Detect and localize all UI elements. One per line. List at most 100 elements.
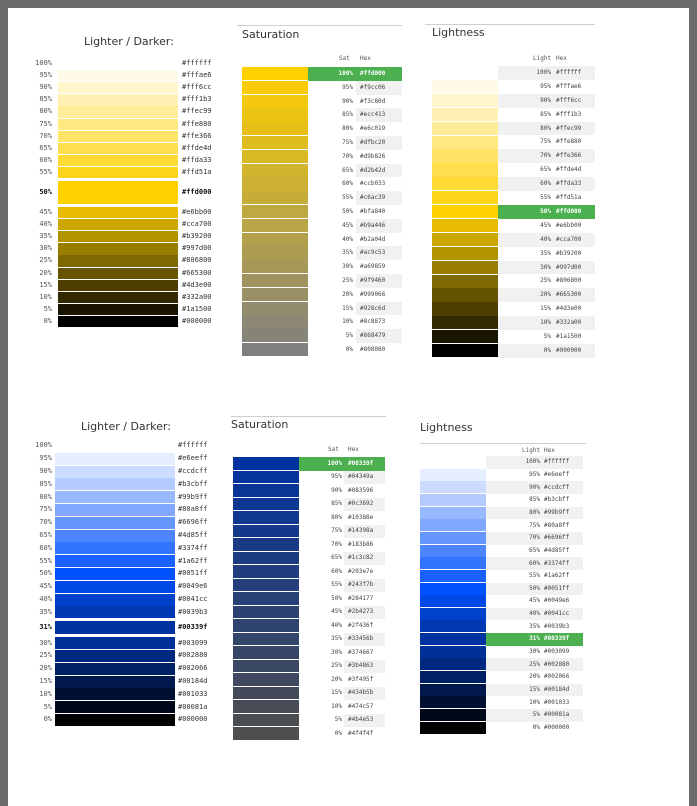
color-swatch[interactable] bbox=[58, 231, 178, 243]
saturation-swatch[interactable] bbox=[233, 538, 299, 551]
saturation-swatch[interactable] bbox=[233, 713, 299, 727]
lightness-swatch[interactable] bbox=[432, 66, 498, 80]
lightness-swatch[interactable] bbox=[420, 607, 486, 620]
color-swatch[interactable] bbox=[55, 675, 175, 688]
lightness-swatch[interactable] bbox=[420, 645, 486, 658]
saturation-swatch[interactable] bbox=[233, 686, 299, 700]
saturation-swatch[interactable] bbox=[233, 700, 299, 713]
lightness-swatch[interactable] bbox=[420, 620, 486, 633]
lightness-swatch[interactable] bbox=[420, 493, 486, 506]
color-swatch[interactable] bbox=[55, 688, 175, 701]
saturation-swatch[interactable] bbox=[233, 484, 299, 497]
lightness-swatch[interactable] bbox=[432, 149, 498, 163]
color-swatch[interactable] bbox=[58, 58, 178, 70]
color-swatch[interactable] bbox=[58, 166, 178, 179]
saturation-swatch[interactable] bbox=[233, 592, 299, 605]
color-swatch[interactable] bbox=[55, 662, 175, 675]
lightness-swatch[interactable] bbox=[420, 709, 486, 722]
color-swatch[interactable] bbox=[55, 580, 175, 593]
saturation-swatch[interactable] bbox=[242, 315, 308, 329]
lightness-swatch[interactable] bbox=[420, 557, 486, 570]
lightness-swatch[interactable] bbox=[420, 582, 486, 595]
lightness-swatch[interactable] bbox=[420, 633, 486, 646]
color-swatch[interactable] bbox=[58, 207, 178, 219]
saturation-swatch[interactable] bbox=[242, 329, 308, 343]
lightness-swatch[interactable] bbox=[432, 246, 498, 260]
color-swatch[interactable] bbox=[55, 568, 175, 580]
saturation-swatch[interactable] bbox=[233, 457, 299, 470]
color-swatch[interactable] bbox=[58, 154, 178, 167]
saturation-swatch[interactable] bbox=[242, 232, 308, 246]
color-swatch[interactable] bbox=[58, 315, 178, 328]
saturation-swatch[interactable] bbox=[233, 632, 299, 646]
color-swatch[interactable] bbox=[58, 267, 178, 279]
color-swatch[interactable] bbox=[58, 130, 178, 142]
color-swatch[interactable] bbox=[58, 82, 178, 94]
lightness-swatch[interactable] bbox=[432, 232, 498, 247]
lightness-swatch[interactable] bbox=[432, 205, 498, 219]
lightness-swatch[interactable] bbox=[432, 218, 498, 233]
saturation-swatch[interactable] bbox=[242, 136, 308, 150]
lightness-swatch[interactable] bbox=[432, 163, 498, 177]
lightness-swatch[interactable] bbox=[432, 316, 498, 330]
color-swatch[interactable] bbox=[58, 303, 178, 316]
color-swatch[interactable] bbox=[58, 219, 178, 231]
saturation-swatch[interactable] bbox=[233, 511, 299, 524]
saturation-swatch[interactable] bbox=[242, 122, 308, 136]
saturation-swatch[interactable] bbox=[242, 287, 308, 301]
saturation-swatch[interactable] bbox=[242, 149, 308, 163]
color-swatch[interactable] bbox=[58, 94, 178, 106]
lightness-swatch[interactable] bbox=[432, 288, 498, 302]
color-swatch[interactable] bbox=[55, 555, 175, 568]
lightness-swatch[interactable] bbox=[420, 481, 486, 494]
color-swatch[interactable] bbox=[55, 516, 175, 529]
lightness-swatch[interactable] bbox=[420, 683, 486, 696]
color-swatch[interactable] bbox=[55, 714, 175, 726]
saturation-swatch[interactable] bbox=[242, 218, 308, 232]
lightness-swatch[interactable] bbox=[420, 531, 486, 544]
color-swatch[interactable] bbox=[58, 106, 178, 118]
color-swatch[interactable] bbox=[55, 542, 175, 555]
color-swatch[interactable] bbox=[58, 181, 178, 205]
lightness-swatch[interactable] bbox=[432, 79, 498, 94]
color-swatch[interactable] bbox=[55, 701, 175, 714]
color-swatch[interactable] bbox=[55, 440, 175, 452]
lightness-swatch[interactable] bbox=[420, 544, 486, 557]
color-swatch[interactable] bbox=[58, 142, 178, 154]
saturation-swatch[interactable] bbox=[233, 497, 299, 511]
lightness-swatch[interactable] bbox=[432, 274, 498, 288]
lightness-swatch[interactable] bbox=[432, 107, 498, 121]
color-swatch[interactable] bbox=[58, 243, 178, 255]
saturation-swatch[interactable] bbox=[242, 260, 308, 274]
lightness-swatch[interactable] bbox=[420, 658, 486, 671]
color-swatch[interactable] bbox=[55, 478, 175, 491]
lightness-swatch[interactable] bbox=[420, 468, 486, 481]
lightness-swatch[interactable] bbox=[432, 135, 498, 149]
lightness-swatch[interactable] bbox=[420, 506, 486, 519]
lightness-swatch[interactable] bbox=[432, 344, 498, 358]
lightness-swatch[interactable] bbox=[432, 302, 498, 316]
lightness-swatch[interactable] bbox=[432, 330, 498, 344]
color-swatch[interactable] bbox=[55, 606, 175, 619]
saturation-swatch[interactable] bbox=[242, 67, 308, 81]
saturation-swatch[interactable] bbox=[242, 301, 308, 315]
color-swatch[interactable] bbox=[55, 452, 175, 465]
saturation-swatch[interactable] bbox=[242, 246, 308, 260]
color-swatch[interactable] bbox=[58, 279, 178, 291]
lightness-swatch[interactable] bbox=[432, 191, 498, 205]
color-swatch[interactable] bbox=[55, 637, 175, 650]
color-swatch[interactable] bbox=[55, 621, 175, 635]
saturation-swatch[interactable] bbox=[242, 177, 308, 191]
lightness-swatch[interactable] bbox=[432, 121, 498, 135]
saturation-swatch[interactable] bbox=[233, 551, 299, 565]
lightness-swatch[interactable] bbox=[420, 519, 486, 532]
saturation-swatch[interactable] bbox=[233, 470, 299, 484]
saturation-swatch[interactable] bbox=[242, 163, 308, 177]
saturation-swatch[interactable] bbox=[233, 659, 299, 673]
saturation-swatch[interactable] bbox=[242, 205, 308, 219]
saturation-swatch[interactable] bbox=[233, 727, 299, 740]
color-swatch[interactable] bbox=[55, 465, 175, 478]
lightness-swatch[interactable] bbox=[432, 177, 498, 191]
color-swatch[interactable] bbox=[55, 491, 175, 504]
color-swatch[interactable] bbox=[55, 529, 175, 542]
